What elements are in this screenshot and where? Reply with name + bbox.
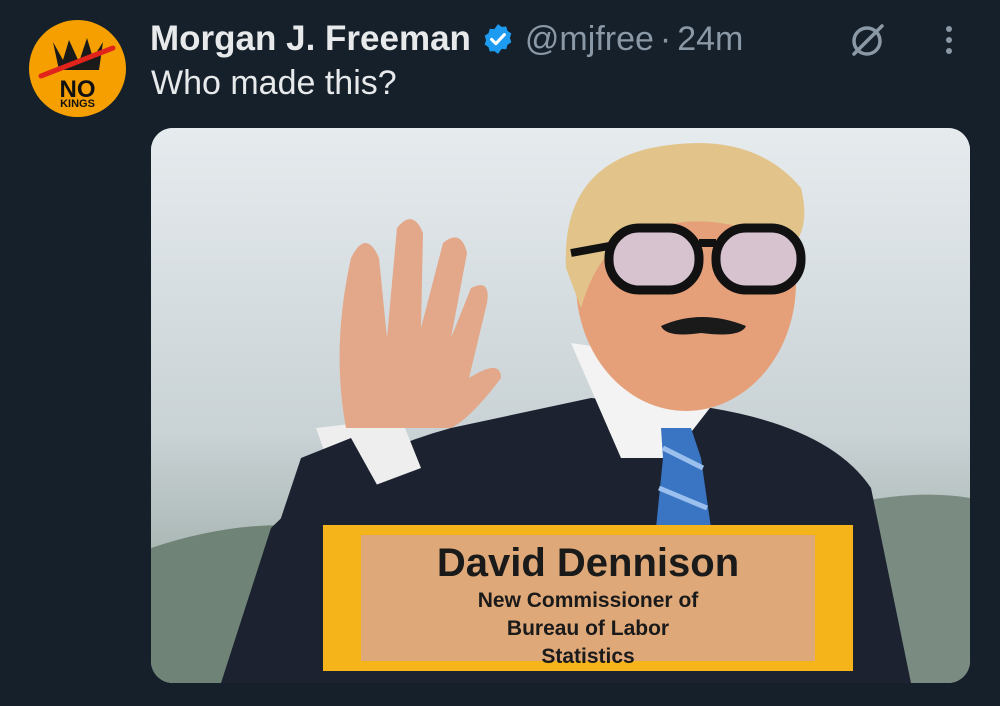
avatar[interactable]: NO KINGS [29,20,126,117]
avatar-line2: KINGS [60,98,95,110]
separator-dot: · [659,19,672,58]
more-vertical-icon[interactable] [938,22,960,58]
timestamp[interactable]: 24m [677,20,743,59]
tweet-text: Who made this? [151,64,397,102]
tweet-media-image[interactable]: David Dennison New Commissioner of Burea… [151,128,970,683]
verified-badge-icon [481,22,515,56]
caption-subtitle: New Commissioner of Bureau of Labor Stat… [408,587,768,671]
grok-icon[interactable] [848,22,888,58]
author-handle[interactable]: @mjfree [525,20,654,59]
caption-line: Statistics [541,645,635,668]
caption-line: Bureau of Labor [506,617,670,640]
caption-frame: David Dennison New Commissioner of Burea… [323,525,853,671]
tweet-header: Morgan J. Freeman @mjfree · 24m [150,14,743,64]
caption-panel: David Dennison New Commissioner of Burea… [361,535,815,668]
caption-name: David Dennison [436,541,740,585]
author-name[interactable]: Morgan J. Freeman [150,19,471,59]
caption-line: New Commissioner of [477,589,699,612]
